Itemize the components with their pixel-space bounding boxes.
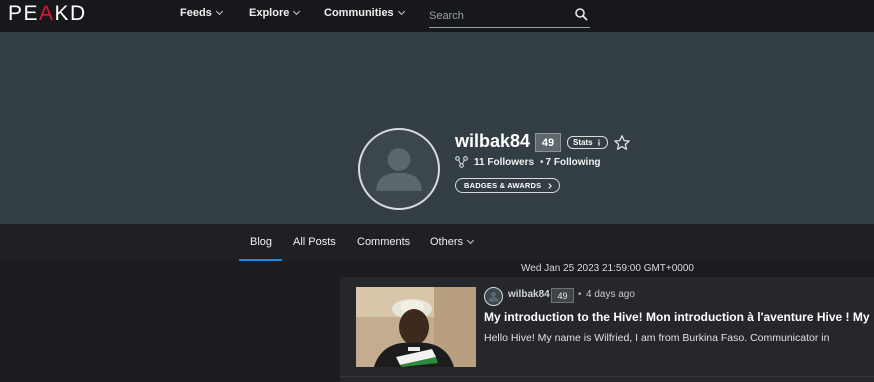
timestamp-tooltip: Wed Jan 25 2023 21:59:00 GMT+0000 [521, 263, 694, 274]
chevron-down-icon [466, 236, 475, 245]
chevron-down-icon [215, 7, 223, 16]
following-link[interactable]: 7 Following [546, 157, 601, 168]
profile-username: wilbak84 [455, 131, 531, 151]
tab-comments-label: Comments [357, 236, 411, 248]
star-icon[interactable] [613, 134, 631, 152]
divider [340, 376, 874, 377]
reputation-badge: 49 [535, 133, 561, 152]
profile-tabs: Blog All Posts Comments Others [0, 224, 874, 261]
followers-link[interactable]: 11 Followers [474, 157, 534, 168]
search-input[interactable] [429, 7, 569, 25]
chevron-down-icon [293, 7, 301, 16]
post-excerpt[interactable]: Hello Hive! My name is Wilfried, I am fr… [484, 332, 874, 344]
tab-blog-label: Blog [250, 236, 273, 248]
logo-text-accent: A [39, 2, 55, 25]
default-user-icon [376, 148, 422, 191]
tab-blog[interactable]: Blog [250, 236, 272, 248]
tab-all-posts[interactable]: All Posts [293, 236, 336, 248]
left-sidebar-area [0, 261, 340, 382]
nav-feeds[interactable]: Feeds [180, 7, 223, 19]
tab-others[interactable]: Others [430, 236, 475, 248]
tab-comments[interactable]: Comments [357, 236, 410, 248]
profile-avatar[interactable] [358, 128, 440, 210]
peakd-logo[interactable]: PE A KD [8, 2, 87, 25]
post-author-avatar[interactable] [484, 287, 503, 306]
search-icon[interactable] [574, 7, 588, 21]
badges-awards-button[interactable]: BADGES & AWARDS [455, 178, 561, 193]
post-title[interactable]: My introduction to the Hive! Mon introdu… [484, 310, 874, 324]
logo-text-right: KD [54, 2, 87, 25]
profile-cover [0, 32, 874, 224]
default-user-icon [488, 291, 499, 302]
stats-button[interactable]: Stats [567, 136, 608, 149]
post-thumbnail-image [356, 287, 476, 367]
badges-awards-label: BADGES & AWARDS [464, 181, 542, 190]
post-author-name[interactable]: wilbak84 [508, 289, 550, 300]
network-icon [455, 156, 468, 168]
nav-communities-label: Communities [324, 7, 394, 19]
post-meta-separator: • [578, 289, 582, 300]
top-navbar: PE A KD Feeds Explore Communities [0, 0, 874, 32]
search-box [429, 4, 590, 28]
info-icon [597, 139, 600, 146]
follow-counts: 11 Followers • 7 Following [455, 156, 601, 168]
tab-others-label: Others [430, 236, 464, 248]
chevron-down-icon [397, 7, 405, 16]
nav-explore-label: Explore [249, 7, 290, 19]
separator-dot: • [540, 156, 544, 168]
logo-text-left: PE [8, 2, 40, 25]
post-thumbnail[interactable] [356, 287, 476, 367]
nav-explore[interactable]: Explore [249, 7, 301, 19]
nav-communities[interactable]: Communities [324, 7, 405, 19]
post-author-reputation: 49 [551, 288, 574, 303]
tab-all-posts-label: All Posts [293, 236, 336, 248]
nav-feeds-label: Feeds [180, 7, 212, 19]
chevron-right-icon [546, 182, 553, 189]
stats-label: Stats [573, 138, 593, 147]
post-timestamp[interactable]: 4 days ago [586, 289, 635, 300]
